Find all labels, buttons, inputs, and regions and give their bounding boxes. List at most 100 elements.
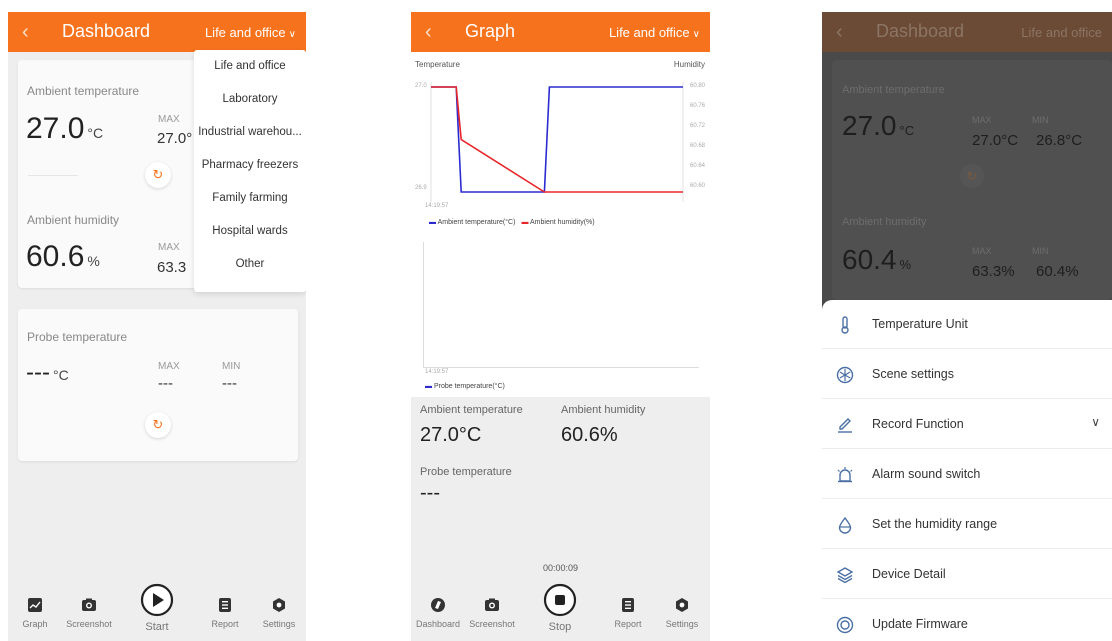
probe-temp-label: Probe temperature	[420, 466, 512, 478]
tab-settings[interactable]: Settings	[652, 597, 710, 629]
settings-menu-screen: ‹ Dashboard Life and office Ambient temp…	[822, 12, 1112, 641]
legend-probe: Probe temperature(°C)	[433, 383, 505, 390]
settings-icon	[273, 598, 285, 612]
probe-card: Probe temperature --- °C MAX MIN --- --- …	[18, 309, 298, 461]
menu-record-function[interactable]: Record Function ∨	[822, 400, 1112, 449]
tab-settings[interactable]: Settings	[249, 597, 306, 629]
menu-scene-settings[interactable]: Scene settings	[822, 350, 1112, 399]
alarm-icon	[837, 467, 853, 483]
menu-label: Temperature Unit	[872, 317, 968, 331]
stop-icon	[543, 583, 577, 617]
ambient-humidity-value: 60.6%	[26, 240, 100, 274]
menu-label: Update Firmware	[872, 617, 968, 631]
scene-selector[interactable]: Life and office ∨	[609, 25, 700, 40]
ambient-temp-unit: °C	[87, 125, 104, 141]
scene-selector: Life and office	[1021, 25, 1102, 40]
tab-report[interactable]: Report	[195, 597, 255, 629]
menu-device-detail[interactable]: Device Detail	[822, 550, 1112, 599]
tab-graph[interactable]: Graph	[8, 597, 65, 629]
tab-report[interactable]: Report	[598, 597, 658, 629]
probe-legend: ▬ Probe temperature(°C)	[425, 383, 505, 390]
probe-max-value: ---	[158, 375, 173, 392]
scene-selector[interactable]: Life and office ∨	[205, 25, 296, 40]
settings-sheet: Temperature Unit Scene settings Record F…	[822, 300, 1112, 641]
camera-icon	[82, 598, 96, 611]
ambient-humidity-value: 60.6%	[561, 424, 618, 446]
tab-stop[interactable]: Stop	[530, 583, 590, 633]
menu-update-firmware[interactable]: Update Firmware	[822, 600, 1112, 641]
ambient-humidity-max-value: 63.3%	[972, 263, 1015, 280]
refresh-icon[interactable]: ↻	[145, 412, 171, 438]
legend-swatch-temp: ▬	[429, 219, 438, 226]
probe-max-label: MAX	[158, 361, 180, 372]
ambient-humidity-unit: %	[899, 257, 912, 272]
tab-report-label: Report	[614, 619, 642, 629]
probe-temp-value: ---	[420, 482, 440, 504]
refresh-icon[interactable]: ↻	[145, 162, 171, 188]
menu-label: Record Function	[872, 417, 964, 431]
ambient-humidity-max-label: MAX	[972, 246, 992, 256]
tab-settings-label: Settings	[262, 619, 296, 629]
header-bar: ‹ Graph Life and office ∨	[411, 12, 710, 52]
tab-screenshot[interactable]: Screenshot	[59, 597, 119, 629]
scene-option[interactable]: Laboratory	[194, 93, 306, 105]
menu-alarm-sound[interactable]: Alarm sound switch	[822, 450, 1112, 499]
probe-temp-value: --- °C	[26, 359, 69, 387]
ambient-temp-max-label: MAX	[158, 114, 180, 125]
settings-icon	[676, 598, 688, 612]
scene-option[interactable]: Life and office	[194, 60, 306, 72]
tab-screenshot[interactable]: Screenshot	[462, 597, 522, 629]
legend-temp: Ambient temperature(°C)	[437, 219, 516, 226]
ambient-humidity-number: 60.4	[842, 244, 897, 275]
chart-area: Temperature Humidity 27.0 26.9 60.80 60.…	[411, 52, 710, 397]
ambient-humidity-max-value: 63.3	[157, 259, 187, 276]
chart-legend: ▬ Ambient temperature(°C) ▬ Ambient humid…	[429, 219, 595, 226]
report-icon	[219, 598, 231, 612]
page-title: Dashboard	[62, 21, 151, 41]
back-icon[interactable]: ‹	[22, 21, 29, 44]
report-icon	[622, 598, 634, 612]
snowflake-icon	[836, 366, 854, 384]
refresh-icon: ↻	[960, 164, 984, 188]
header-bar: ‹ Dashboard Life and office	[822, 12, 1112, 52]
scene-option[interactable]: Hospital wards	[194, 225, 306, 237]
ambient-humidity-number: 60.6	[26, 240, 85, 273]
ambient-humidity-label: Ambient humidity	[561, 404, 646, 416]
ambient-humidity-value: 60.4%	[842, 244, 911, 276]
tab-start[interactable]: Start	[127, 583, 187, 633]
chevron-down-icon[interactable]: ∨	[1091, 415, 1100, 429]
series-line-temperature	[431, 86, 683, 193]
legend-hum: Ambient humidity(%)	[530, 219, 595, 226]
menu-label: Scene settings	[872, 367, 954, 381]
tab-stop-label: Stop	[548, 621, 572, 633]
dashboard-icon	[431, 598, 445, 612]
x-tick: 14:19:57	[425, 203, 449, 209]
menu-humidity-range[interactable]: Set the humidity range	[822, 500, 1112, 549]
scene-label: Life and office	[204, 25, 286, 40]
series-line-humidity	[431, 86, 683, 193]
ambient-humidity-max-label: MAX	[158, 242, 180, 253]
firmware-icon	[836, 616, 854, 634]
scene-option[interactable]: Pharmacy freezers	[194, 159, 306, 171]
probe-temp-number: ---	[26, 359, 50, 386]
menu-temperature-unit[interactable]: Temperature Unit	[822, 300, 1112, 349]
ambient-card: Ambient temperature 27.0 °C MAX MIN 27.0°…	[832, 60, 1112, 300]
ambient-humidity-min-label: MIN	[1032, 246, 1049, 256]
scene-option[interactable]: Other	[194, 258, 306, 270]
ambient-humidity-min-value: 60.4%	[1036, 263, 1079, 280]
scene-option[interactable]: Family farming	[194, 192, 306, 204]
header-bar: ‹ Dashboard Life and office ∨	[8, 12, 306, 52]
probe-min-value: ---	[222, 375, 237, 392]
layers-icon	[836, 567, 854, 584]
thermometer-icon	[841, 316, 849, 334]
tab-bar: Graph Screenshot Start Report Settings	[8, 577, 306, 641]
ambient-temp-label: Ambient temperature	[842, 84, 945, 96]
ambient-temp-min-value: 26.8°C	[1036, 132, 1083, 149]
scene-option[interactable]: Industrial warehou...	[194, 126, 306, 138]
probe-chart	[423, 242, 699, 368]
scene-label: Life and office	[608, 25, 690, 40]
ambient-temp-max-label: MAX	[972, 115, 992, 125]
tab-dashboard[interactable]: Dashboard	[411, 597, 468, 629]
graph-icon	[28, 598, 42, 612]
back-icon[interactable]: ‹	[425, 21, 432, 44]
